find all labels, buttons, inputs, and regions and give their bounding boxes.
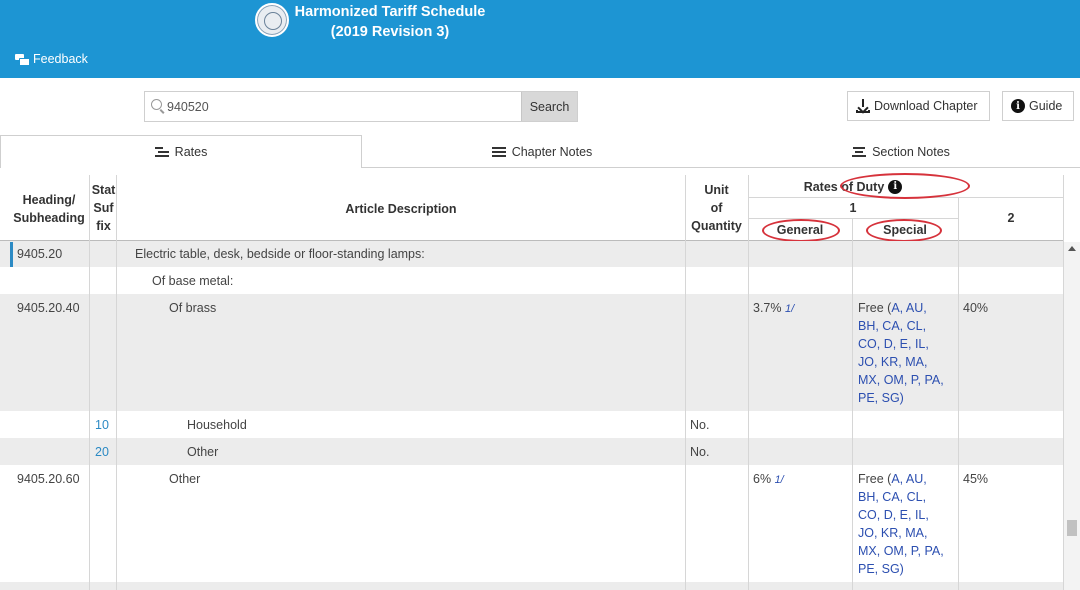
column-2-rate-cell: 45% <box>963 472 989 486</box>
special-rate-prefix: Free ( <box>858 472 892 486</box>
stat-suffix-header: Stat Suf fix <box>91 183 116 233</box>
page-title-line2: (2019 Revision 3) <box>330 24 450 40</box>
feedback-label: Feedback <box>33 52 88 66</box>
special-program-codes[interactable]: A, AU, BH, CA, CL, CO, D, E, IL, JO, KR,… <box>858 301 944 405</box>
special-program-codes[interactable]: A, AU, BH, CA, CL, CO, D, E, IL, JO, KR,… <box>858 472 944 576</box>
heading-subheading-header: Heading/ Subheading <box>13 193 85 225</box>
table-row[interactable]: 10 Household No. <box>0 411 1064 438</box>
comments-icon <box>15 53 30 66</box>
search-button[interactable]: Search <box>521 92 577 121</box>
vertical-scrollbar[interactable] <box>1064 242 1080 590</box>
tab-chapter-notes[interactable]: Chapter Notes <box>362 135 722 168</box>
tab-rates-label: Rates <box>174 145 208 159</box>
table-row[interactable]: 20 Other No. <box>0 438 1064 465</box>
list-icon <box>154 147 169 157</box>
search-bar: Search <box>144 91 578 122</box>
footnote-link[interactable]: 1/ <box>785 303 794 315</box>
unit-cell: No. <box>690 445 710 459</box>
description-cell: Of brass <box>169 301 217 315</box>
description-cell: Of base metal: <box>152 274 234 288</box>
article-description-header: Article Description <box>345 202 457 216</box>
usitc-seal-logo <box>255 3 289 37</box>
table-row[interactable]: 9405.20.60 Other 6% 1/ Free (A, AU, BH, … <box>0 465 1064 582</box>
column-divider <box>958 241 959 590</box>
stat-suffix-link[interactable]: 20 <box>95 443 109 461</box>
feedback-link[interactable]: Feedback <box>15 52 88 66</box>
description-cell: Electric table, desk, bedside or floor-s… <box>135 247 425 261</box>
page-title: Harmonized Tariff Schedule (2019 Revisio… <box>290 2 490 42</box>
description-cell: Other <box>169 472 201 486</box>
header-divider <box>852 218 853 241</box>
general-rate-cell: 6% 1/ <box>753 470 784 489</box>
footnote-link[interactable]: 1/ <box>775 474 784 486</box>
header-divider <box>958 197 959 241</box>
list-icon <box>491 146 506 157</box>
info-icon: i <box>1011 99 1025 113</box>
column-2-header: 2 <box>1007 211 1015 225</box>
scroll-up-arrow-icon[interactable] <box>1068 246 1076 251</box>
column-divider <box>116 175 117 590</box>
special-rate-prefix: Free ( <box>858 301 892 315</box>
guide-label: Guide <box>1029 99 1063 113</box>
table-row[interactable]: 9405.20.40 Of brass 3.7% 1/ Free (A, AU,… <box>0 294 1064 411</box>
search-input[interactable] <box>167 92 521 121</box>
app-header: Harmonized Tariff Schedule (2019 Revisio… <box>0 0 1080 78</box>
general-rate-value: 6% <box>753 472 772 486</box>
page-title-line1: Harmonized Tariff Schedule <box>294 4 486 20</box>
special-rate-cell: Free (A, AU, BH, CA, CL, CO, D, E, IL, J… <box>858 299 958 407</box>
column-1-header: 1 <box>849 201 857 215</box>
heading-cell: 9405.20 <box>17 247 63 261</box>
download-chapter-button[interactable]: Download Chapter <box>847 91 990 121</box>
tab-chapter-notes-label: Chapter Notes <box>511 144 593 159</box>
scrollbar-thumb[interactable] <box>1067 520 1077 536</box>
column-2-rate-cell: 40% <box>963 301 989 315</box>
special-rate-cell: Free (A, AU, BH, CA, CL, CO, D, E, IL, J… <box>858 470 958 578</box>
table-header: Heading/ Subheading Stat Suf fix Article… <box>0 173 1064 242</box>
column-divider <box>748 175 749 590</box>
table-row[interactable]: 9405.20 Electric table, desk, bedside or… <box>0 241 1064 267</box>
general-rate-cell: 3.7% 1/ <box>753 299 794 318</box>
download-chapter-label: Download Chapter <box>874 99 978 113</box>
table-row <box>0 582 1064 590</box>
unit-of-quantity-header: Unit of Quantity <box>691 183 742 233</box>
download-icon <box>856 99 870 113</box>
tab-section-notes[interactable]: Section Notes <box>722 135 1080 168</box>
annotation-circle <box>840 173 970 199</box>
unit-cell: No. <box>690 418 710 432</box>
tab-divider <box>362 167 1080 168</box>
annotation-circle <box>866 219 942 242</box>
column-divider <box>89 175 90 590</box>
column-divider <box>685 175 686 590</box>
description-cell: Other <box>187 445 219 459</box>
heading-cell: 9405.20.60 <box>17 472 80 486</box>
general-rate-value: 3.7% <box>753 301 782 315</box>
guide-button[interactable]: i Guide <box>1002 91 1074 121</box>
heading-cell: 9405.20.40 <box>17 301 80 315</box>
row-selection-indicator <box>10 242 13 267</box>
description-cell: Household <box>187 418 247 432</box>
table-row[interactable]: Of base metal: <box>0 267 1064 294</box>
list-icon <box>852 146 867 157</box>
tab-rates[interactable]: Rates <box>0 135 362 168</box>
tab-section-notes-label: Section Notes <box>872 144 950 159</box>
stat-suffix-link[interactable]: 10 <box>95 416 109 434</box>
header-divider <box>748 218 958 219</box>
annotation-circle <box>762 219 840 242</box>
search-icon <box>151 99 162 110</box>
column-divider <box>852 241 853 590</box>
